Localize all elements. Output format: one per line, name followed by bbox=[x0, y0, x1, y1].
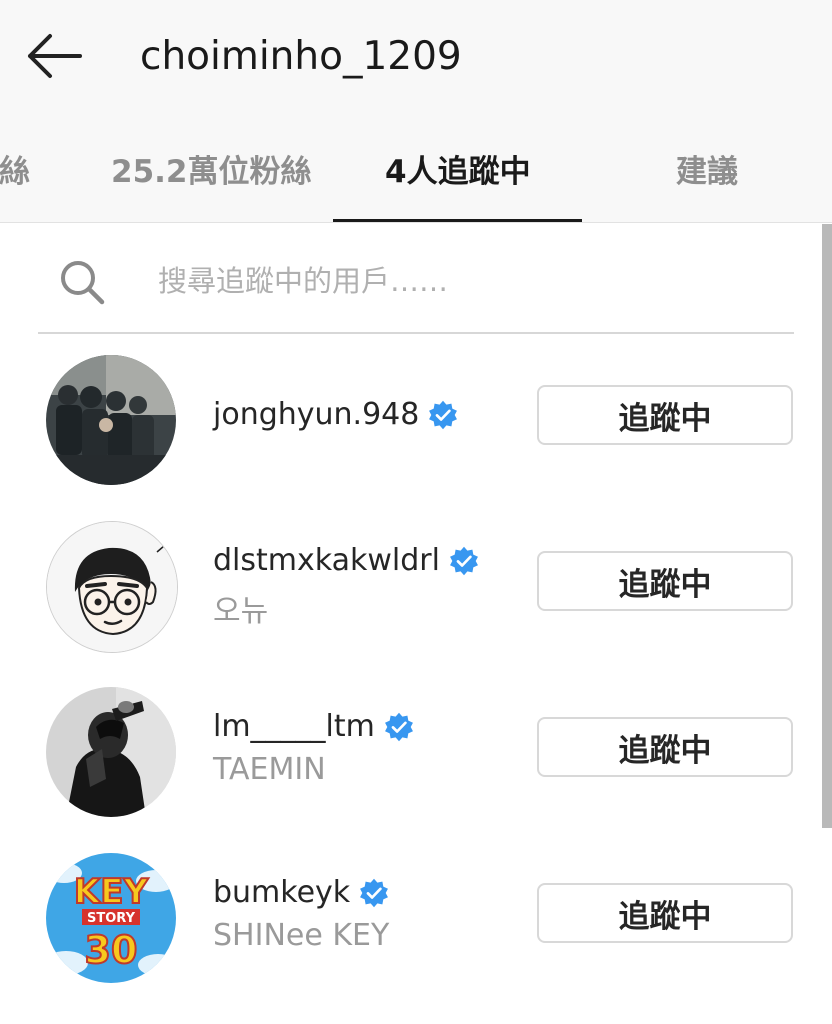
page-title: choiminho_1209 bbox=[140, 34, 462, 79]
verified-badge-icon bbox=[429, 400, 458, 429]
user-info: jonghyun.948 bbox=[213, 333, 533, 499]
tab-suggestions[interactable]: 建議 bbox=[676, 146, 738, 190]
user-info: bumkeyk SHINee KEY bbox=[213, 831, 533, 997]
username[interactable]: dlstmxkakwldrl bbox=[213, 543, 440, 578]
verified-badge-icon bbox=[384, 712, 413, 741]
list-item-user[interactable]: KEY STORY 30 bumkeyk SHINee KEY 追蹤中 bbox=[0, 831, 822, 997]
list-item-user[interactable]: jonghyun.948 追蹤中 bbox=[0, 333, 822, 499]
list-item-user[interactable]: lm_____ltm TAEMIN 追蹤中 bbox=[0, 665, 822, 831]
top-bar: choiminho_1209 粉絲 25.2萬位粉絲 4人追蹤中 建議 bbox=[0, 0, 832, 223]
avatar[interactable]: KEY STORY 30 bbox=[46, 853, 176, 983]
user-full-name: SHINee KEY bbox=[213, 918, 390, 953]
following-button[interactable]: 追蹤中 bbox=[537, 551, 793, 611]
avatar[interactable] bbox=[46, 687, 176, 817]
tab-followers-partial[interactable]: 粉絲 bbox=[0, 146, 30, 190]
following-button[interactable]: 追蹤中 bbox=[537, 717, 793, 777]
tab-following[interactable]: 4人追蹤中 bbox=[385, 146, 531, 190]
back-button[interactable] bbox=[20, 28, 88, 84]
following-button[interactable]: 追蹤中 bbox=[537, 883, 793, 943]
verified-badge-icon bbox=[360, 878, 389, 907]
avatar[interactable] bbox=[46, 355, 176, 485]
user-info: lm_____ltm TAEMIN bbox=[213, 665, 533, 831]
active-tab-indicator bbox=[333, 219, 582, 222]
arrow-left-icon bbox=[28, 34, 82, 78]
user-full-name: 오뉴 bbox=[213, 594, 269, 629]
avatar-logo-text-story: STORY bbox=[87, 911, 136, 926]
avatar-logo-text-number: 30 bbox=[85, 928, 138, 972]
avatar-logo-text-key: KEY bbox=[74, 872, 149, 912]
user-info: dlstmxkakwldrl 오뉴 bbox=[213, 499, 533, 665]
username[interactable]: lm_____ltm bbox=[213, 709, 375, 744]
verified-badge-icon bbox=[449, 546, 478, 575]
user-full-name: TAEMIN bbox=[213, 752, 326, 787]
scrollbar[interactable] bbox=[822, 224, 832, 828]
search-bar bbox=[38, 240, 794, 334]
avatar[interactable] bbox=[46, 521, 178, 653]
username[interactable]: bumkeyk bbox=[213, 875, 350, 910]
tab-followers[interactable]: 25.2萬位粉絲 bbox=[111, 146, 312, 190]
following-button[interactable]: 追蹤中 bbox=[537, 385, 793, 445]
username[interactable]: jonghyun.948 bbox=[213, 397, 419, 432]
list-item-user[interactable]: dlstmxkakwldrl 오뉴 追蹤中 bbox=[0, 499, 822, 665]
search-icon bbox=[61, 261, 105, 305]
search-input[interactable] bbox=[156, 258, 760, 304]
